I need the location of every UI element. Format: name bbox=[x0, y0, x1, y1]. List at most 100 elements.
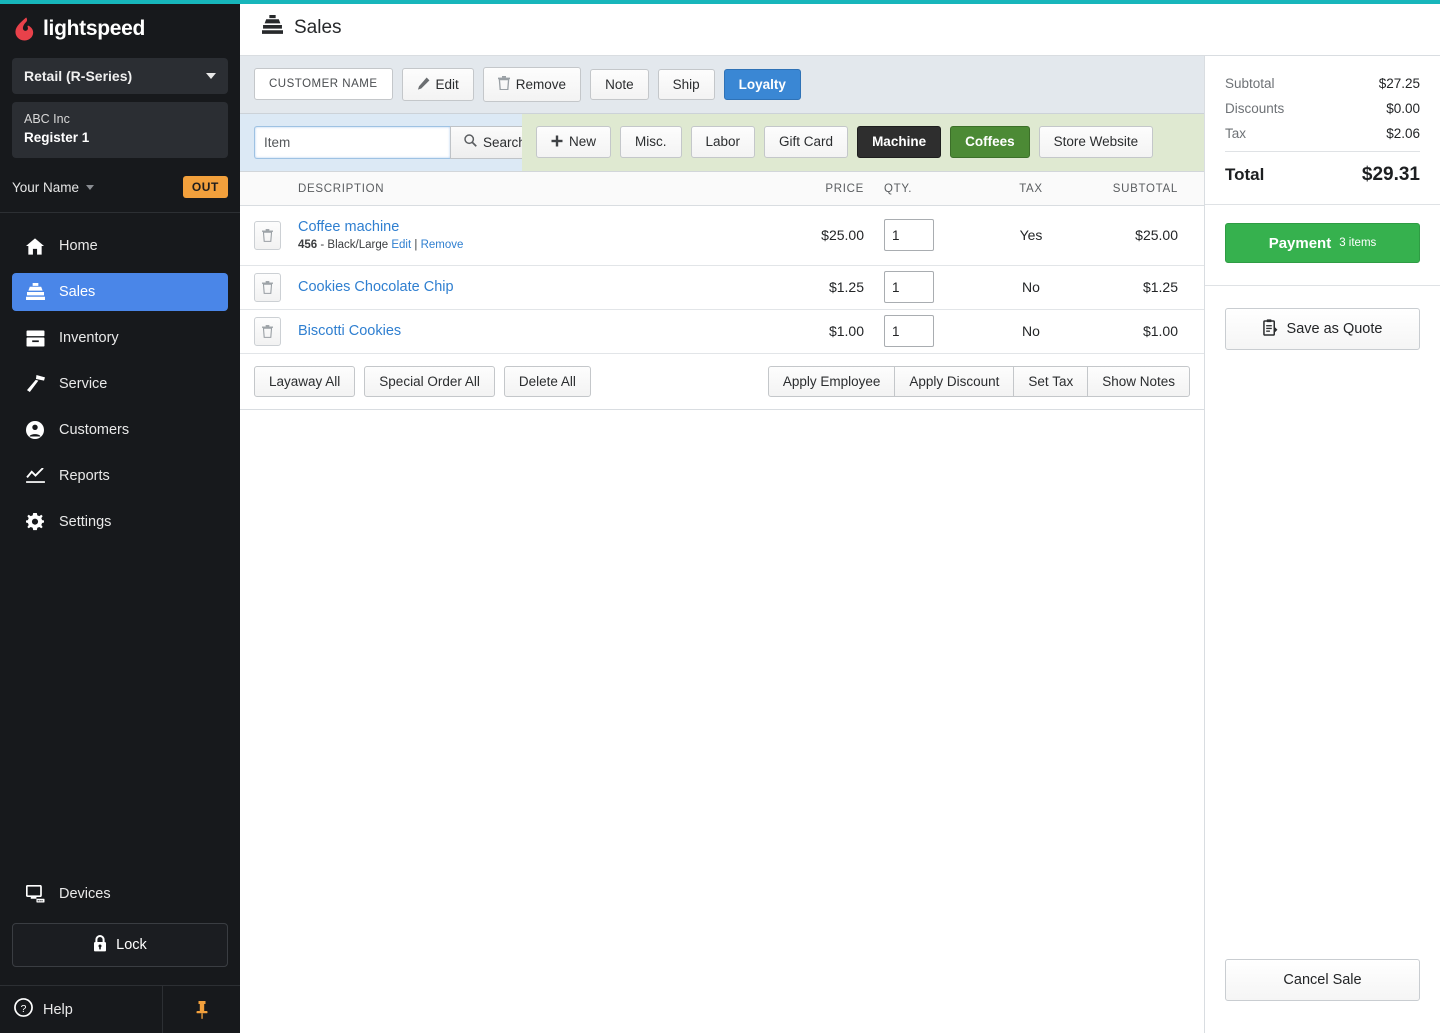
save-as-quote-button[interactable]: Save as Quote bbox=[1225, 308, 1420, 350]
lock-button[interactable]: Lock bbox=[12, 923, 228, 967]
line-item-qty-input[interactable] bbox=[884, 315, 934, 347]
top-accent-bar bbox=[0, 0, 1440, 4]
pencil-icon bbox=[417, 77, 430, 93]
cash-register-icon bbox=[24, 282, 46, 302]
delete-line-button[interactable] bbox=[254, 272, 281, 302]
special-order-all-button[interactable]: Special Order All bbox=[364, 365, 495, 397]
sidebar-item-devices[interactable]: Devices bbox=[12, 875, 228, 913]
grand-total-label: Total bbox=[1225, 165, 1265, 184]
sidebar-nav: Home Sales Inventory Service Customers R… bbox=[0, 213, 240, 549]
sidebar-item-service[interactable]: Service bbox=[12, 365, 228, 403]
line-item-tax: No bbox=[976, 265, 1086, 310]
user-menu[interactable]: Your Name bbox=[12, 180, 95, 195]
show-notes-button[interactable]: Show Notes bbox=[1087, 365, 1190, 397]
edit-customer-button[interactable]: Edit bbox=[401, 67, 474, 101]
set-tax-button[interactable]: Set Tax bbox=[1013, 365, 1089, 397]
sidebar-item-customers[interactable]: Customers bbox=[12, 411, 228, 449]
sidebar-item-reports[interactable]: Reports bbox=[12, 457, 228, 495]
sidebar-item-label: Customers bbox=[59, 422, 130, 438]
table-row: Coffee machine 456 - Black/Large Edit | … bbox=[240, 205, 1204, 266]
sidebar-item-label: Home bbox=[59, 238, 98, 254]
quote-section: Save as Quote bbox=[1205, 286, 1440, 350]
lock-button-label: Lock bbox=[116, 937, 147, 953]
item-search-zone: Search bbox=[240, 113, 540, 171]
sidebar-item-sales[interactable]: Sales bbox=[12, 273, 228, 311]
delete-all-button[interactable]: Delete All bbox=[503, 365, 591, 397]
sidebar-item-label: Settings bbox=[59, 514, 112, 530]
totals-section: Subtotal $27.25 Discounts $0.00 Tax $2.0… bbox=[1205, 56, 1440, 204]
apply-discount-button[interactable]: Apply Discount bbox=[894, 365, 1015, 397]
line-item-price: $25.00 bbox=[780, 205, 876, 266]
clock-out-badge[interactable]: OUT bbox=[182, 176, 228, 198]
quick-item-zone: New Misc. Labor Gift Card Machine Coffee… bbox=[522, 113, 1204, 171]
sidebar-item-home[interactable]: Home bbox=[12, 227, 228, 265]
line-item-subtotal: $1.00 bbox=[1086, 309, 1204, 354]
line-chart-icon bbox=[24, 466, 46, 486]
main-area: Sales CUSTOMER NAME Edit Remove Note Shi… bbox=[240, 0, 1440, 1033]
discounts-row: Discounts $0.00 bbox=[1225, 101, 1420, 116]
lightspeed-flame-icon bbox=[15, 17, 34, 41]
line-item-qty-input[interactable] bbox=[884, 271, 934, 303]
delete-line-button[interactable] bbox=[254, 220, 281, 250]
cash-register-icon bbox=[262, 15, 283, 40]
line-item-qty-input[interactable] bbox=[884, 219, 934, 251]
layaway-all-button[interactable]: Layaway All bbox=[254, 365, 356, 397]
payment-section: Payment 3 items bbox=[1205, 205, 1440, 286]
search-icon bbox=[464, 134, 477, 150]
note-button[interactable]: Note bbox=[590, 68, 649, 100]
line-item-name[interactable]: Biscotti Cookies bbox=[298, 323, 780, 339]
line-item-name[interactable]: Coffee machine bbox=[298, 219, 780, 235]
lock-icon bbox=[93, 934, 107, 956]
grand-total-value: $29.31 bbox=[1361, 164, 1420, 185]
labor-button[interactable]: Labor bbox=[690, 126, 756, 158]
save-as-quote-label: Save as Quote bbox=[1286, 321, 1383, 337]
line-item-remove-link[interactable]: Remove bbox=[421, 239, 464, 251]
loyalty-button[interactable]: Loyalty bbox=[723, 68, 801, 100]
coffees-category-button[interactable]: Coffees bbox=[950, 126, 1030, 158]
sidebar-item-label: Devices bbox=[59, 886, 111, 902]
store-info[interactable]: ABC Inc Register 1 bbox=[12, 102, 228, 158]
machine-category-button[interactable]: Machine bbox=[857, 126, 942, 158]
ship-button[interactable]: Ship bbox=[657, 68, 715, 100]
brand-logo[interactable]: lightspeed bbox=[0, 0, 240, 52]
cancel-sale-button[interactable]: Cancel Sale bbox=[1225, 959, 1420, 1001]
column-subtotal: SUBTOTAL bbox=[1086, 171, 1204, 206]
payment-button[interactable]: Payment 3 items bbox=[1225, 223, 1420, 263]
line-item-name[interactable]: Cookies Chocolate Chip bbox=[298, 279, 780, 295]
new-item-label: New bbox=[569, 134, 597, 150]
page-title: Sales bbox=[294, 16, 342, 38]
row-qty-cell bbox=[876, 205, 976, 266]
line-items-body: Coffee machine 456 - Black/Large Edit | … bbox=[240, 205, 1204, 354]
customer-name-field[interactable]: CUSTOMER NAME bbox=[254, 68, 393, 101]
line-item-tax: Yes bbox=[976, 205, 1086, 266]
pin-button[interactable] bbox=[163, 986, 240, 1033]
tax-row: Tax $2.06 bbox=[1225, 126, 1420, 141]
pin-icon bbox=[196, 1000, 207, 1019]
sidebar-item-settings[interactable]: Settings bbox=[12, 503, 228, 541]
sidebar-item-label: Sales bbox=[59, 284, 96, 300]
svg-text:?: ? bbox=[21, 1004, 27, 1015]
new-item-button[interactable]: New bbox=[536, 125, 612, 159]
brand-logo-text: lightspeed bbox=[43, 17, 146, 40]
register-name: Register 1 bbox=[24, 130, 90, 145]
misc-button[interactable]: Misc. bbox=[620, 126, 682, 158]
sidebar-item-label: Reports bbox=[59, 468, 110, 484]
column-tax: TAX bbox=[976, 171, 1086, 206]
discounts-value: $0.00 bbox=[1386, 101, 1420, 116]
gear-icon bbox=[24, 512, 46, 532]
discounts-label: Discounts bbox=[1225, 101, 1285, 116]
gift-card-button[interactable]: Gift Card bbox=[764, 126, 849, 158]
remove-customer-button[interactable]: Remove bbox=[482, 67, 582, 102]
item-search-input[interactable] bbox=[254, 125, 450, 159]
delete-line-button[interactable] bbox=[254, 316, 281, 346]
series-selector[interactable]: Retail (R-Series) bbox=[12, 58, 228, 94]
line-item-details: 456 - Black/Large Edit | Remove bbox=[298, 239, 780, 251]
help-button[interactable]: ? Help bbox=[0, 986, 163, 1033]
help-bar: ? Help bbox=[0, 985, 240, 1033]
apply-employee-button[interactable]: Apply Employee bbox=[767, 365, 896, 397]
store-website-button[interactable]: Store Website bbox=[1038, 126, 1154, 158]
line-item-price: $1.00 bbox=[780, 309, 876, 354]
line-item-edit-link[interactable]: Edit bbox=[391, 239, 411, 251]
sidebar-item-inventory[interactable]: Inventory bbox=[12, 319, 228, 357]
